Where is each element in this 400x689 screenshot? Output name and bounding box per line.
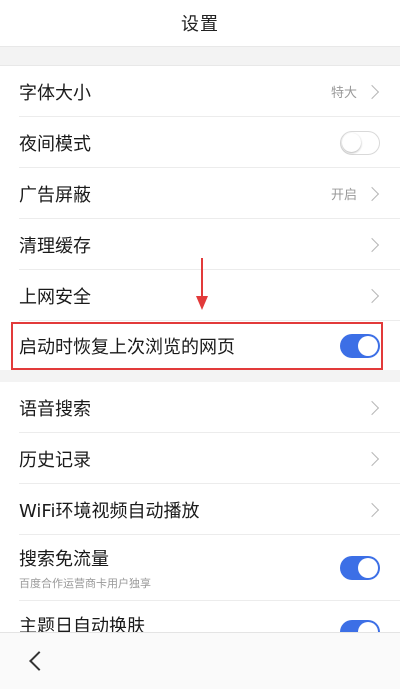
section-divider bbox=[0, 46, 400, 66]
back-arrow-icon[interactable] bbox=[29, 651, 49, 671]
setting-clear-cache[interactable]: 清理缓存 bbox=[0, 219, 400, 270]
setting-night-mode[interactable]: 夜间模式 bbox=[0, 117, 400, 168]
chevron-right-icon bbox=[364, 237, 380, 252]
header: 设置 bbox=[0, 0, 400, 46]
chevron-right-icon bbox=[364, 186, 380, 201]
setting-label: 语音搜索 bbox=[19, 398, 91, 420]
page-title: 设置 bbox=[181, 14, 219, 35]
setting-value: 开启 bbox=[330, 188, 357, 203]
annotation-highlight-box bbox=[11, 322, 383, 370]
section-divider bbox=[0, 370, 400, 382]
setting-value: 特大 bbox=[330, 86, 357, 101]
setting-label: 广告屏蔽 bbox=[19, 184, 91, 206]
chevron-right-icon bbox=[364, 451, 380, 466]
setting-ad-block[interactable]: 广告屏蔽 开启 bbox=[0, 168, 400, 219]
setting-label: 夜间模式 bbox=[19, 133, 91, 155]
annotation-arrow bbox=[201, 258, 203, 298]
setting-label: 清理缓存 bbox=[19, 235, 91, 257]
setting-label: WiFi环境视频自动播放 bbox=[19, 500, 200, 522]
chevron-right-icon bbox=[364, 400, 380, 415]
setting-label: 搜索免流量 bbox=[19, 549, 109, 570]
chevron-right-icon bbox=[364, 288, 380, 303]
night-mode-toggle[interactable] bbox=[340, 130, 380, 155]
setting-history[interactable]: 历史记录 bbox=[0, 433, 400, 484]
setting-search-free-data[interactable]: 搜索免流量 百度合作运营商卡用户独享 bbox=[0, 535, 400, 601]
setting-label: 历史记录 bbox=[19, 449, 91, 471]
chevron-right-icon bbox=[364, 84, 380, 99]
setting-wifi-autoplay[interactable]: WiFi环境视频自动播放 bbox=[0, 484, 400, 535]
setting-font-size[interactable]: 字体大小 特大 bbox=[0, 66, 400, 117]
setting-label: 字体大小 bbox=[19, 82, 91, 104]
setting-voice-search[interactable]: 语音搜索 bbox=[0, 382, 400, 433]
setting-label: 上网安全 bbox=[19, 286, 91, 308]
setting-sublabel: 百度合作运营商卡用户独享 bbox=[19, 577, 151, 590]
chevron-right-icon bbox=[364, 502, 380, 517]
annotation-arrow-head bbox=[196, 296, 208, 310]
search-free-data-toggle[interactable] bbox=[340, 556, 380, 580]
bottom-nav-bar bbox=[0, 632, 400, 689]
